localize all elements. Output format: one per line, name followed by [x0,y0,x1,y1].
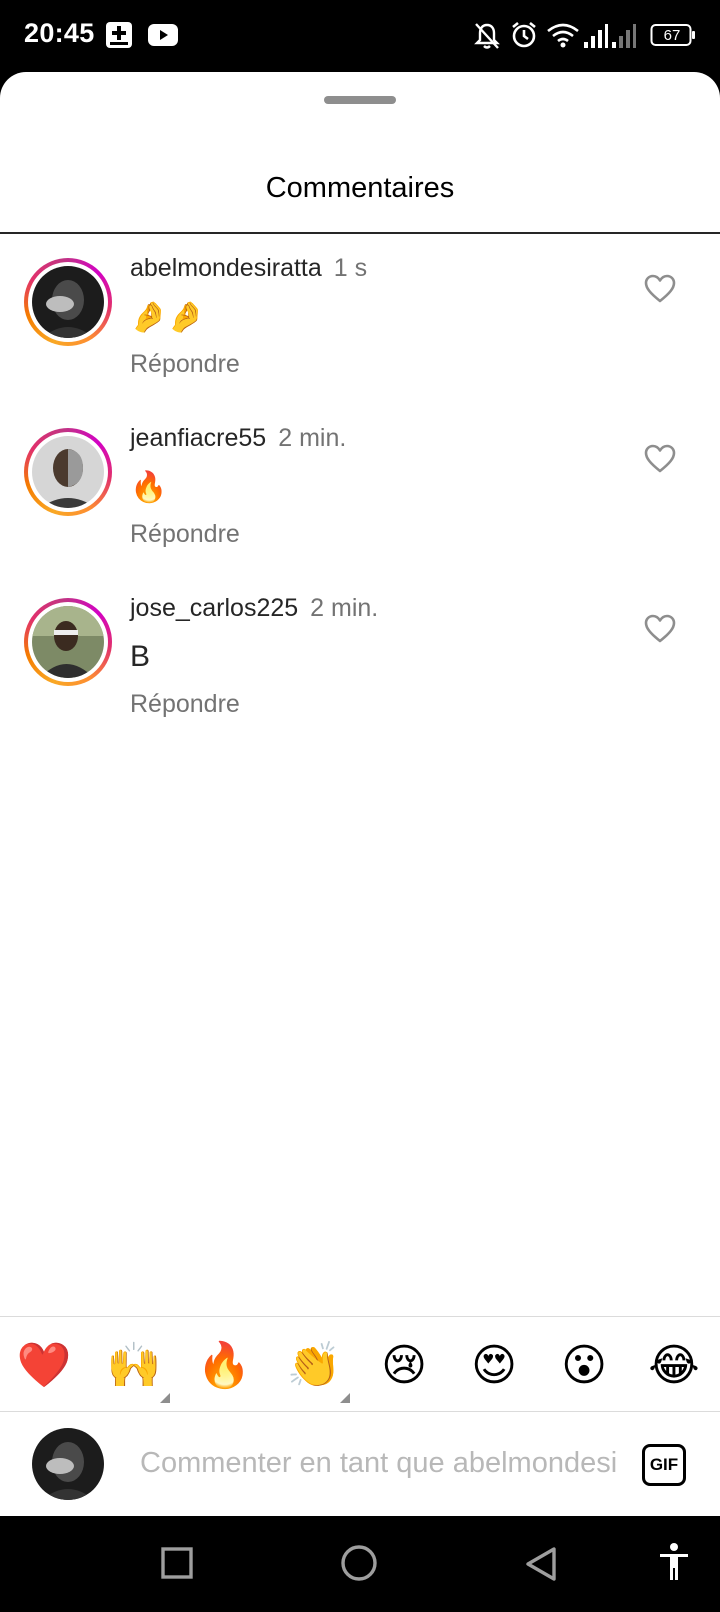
comment-username[interactable]: jose_carlos225 [130,594,298,622]
comment-header: jeanfiacre55 2 min. [130,424,346,453]
comment-text: B [130,640,151,673]
heart-icon[interactable] [644,614,676,644]
back-triangle-icon[interactable] [524,1546,558,1582]
emoji-variants-icon [160,1393,170,1403]
drag-handle[interactable] [324,96,396,104]
comment-item: jeanfiacre55 2 min. 🔥 Répondre [0,402,720,572]
comment-item: abelmondesiratta 1 s 🤌🤌 Répondre [0,232,720,402]
alarm-icon [512,21,536,48]
comment-time: 2 min. [278,424,347,452]
comment-time: 2 min. [310,594,379,622]
comments-sheet: Commentaires abelmondesiratta 1 s 🤌🤌 Répo… [0,72,720,1516]
emoji-laugh-button[interactable]: 😂 [644,1339,704,1393]
reply-button[interactable]: Répondre [130,350,240,379]
avatar-image [32,606,104,678]
avatar-image [32,436,104,508]
plus-box-icon [106,22,132,48]
emoji-variants-icon [340,1393,350,1403]
status-bar: 20:45 67 [0,0,720,72]
battery-level: 67 [663,27,681,44]
recents-square-icon[interactable] [160,1546,194,1580]
avatar[interactable] [24,428,112,516]
comment-header: abelmondesiratta 1 s [130,254,367,283]
comment-username[interactable]: jeanfiacre55 [130,424,266,452]
home-circle-icon[interactable] [340,1544,378,1582]
signal-icon [612,24,636,48]
emoji-quick-bar: ❤️ 🙌 🔥 👏 😢 😍 😮 😂 [0,1316,720,1412]
comment-time: 1 s [333,254,368,282]
emoji-heart-button[interactable]: ❤️ [14,1339,74,1393]
emoji-cry-button[interactable]: 😢 [374,1339,434,1393]
accessibility-icon[interactable] [658,1542,690,1582]
avatar[interactable] [24,258,112,346]
avatar [32,1428,104,1500]
comment-text: 🤌🤌 [130,301,205,334]
comment-username[interactable]: abelmondesiratta [130,254,322,282]
youtube-icon [148,24,178,46]
reply-button[interactable]: Répondre [130,520,240,549]
bell-off-icon [474,23,500,49]
status-time: 20:45 [24,18,95,48]
comment-text: 🔥 [130,471,168,504]
heart-icon[interactable] [644,444,676,474]
avatar-image [32,266,104,338]
emoji-surprised-button[interactable]: 😮 [554,1339,614,1393]
emoji-clap-button[interactable]: 👏 [284,1339,344,1393]
comment-composer: GIF [0,1412,720,1516]
comment-header: jose_carlos225 2 min. [130,594,378,623]
reply-button[interactable]: Répondre [130,690,240,719]
emoji-raised-hands-button[interactable]: 🙌 [104,1339,164,1393]
wifi-icon [547,23,579,48]
navigation-bar [0,1516,720,1612]
avatar[interactable] [24,598,112,686]
comment-item: jose_carlos225 2 min. B Répondre [0,572,720,742]
signal-icon [584,24,608,48]
page-title: Commentaires [265,172,455,204]
heart-icon[interactable] [644,274,676,304]
gif-button[interactable]: GIF [642,1444,686,1486]
emoji-fire-button[interactable]: 🔥 [194,1339,254,1393]
emoji-heart-eyes-button[interactable]: 😍 [464,1339,524,1393]
comment-input[interactable] [140,1438,616,1488]
